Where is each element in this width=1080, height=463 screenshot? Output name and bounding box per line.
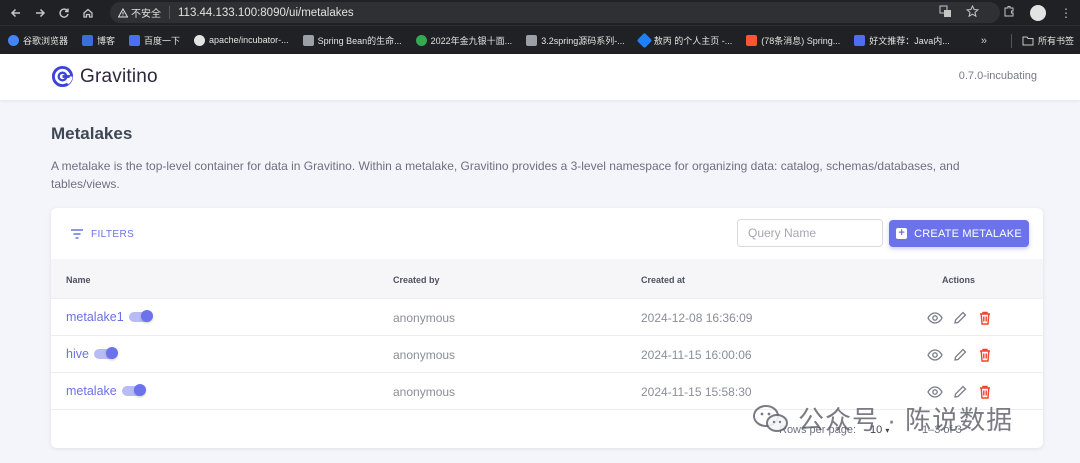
view-eye-icon[interactable] [926, 309, 943, 326]
watermark-text: 公众号 · 陈说数据 [798, 405, 1014, 435]
bookmark-label: Spring Bean的生命... [317, 35, 402, 46]
bookmark-label: 谷歌浏览器 [23, 35, 69, 46]
watermark: 公众号 · 陈说数据 [752, 400, 1013, 437]
bookmark-item[interactable]: 谷歌浏览器 [8, 34, 68, 47]
bookmark-label: 3.2spring源码系列-... [541, 35, 625, 46]
table-row: hive anonymous 2024-11-15 16:00:06 [51, 336, 1043, 373]
bookmark-favicon-icon [415, 34, 427, 46]
insecure-label: 不安全 [131, 9, 161, 20]
menu-icon[interactable]: ⋮ [1060, 6, 1072, 20]
back-icon[interactable] [4, 0, 28, 25]
bookmark-favicon-icon [854, 34, 866, 46]
security-indicator[interactable]: 不安全 [118, 6, 170, 20]
bookmark-favicon-icon [8, 34, 19, 46]
metalake-name-link[interactable]: metalake [66, 384, 117, 398]
app-name: Gravitino [80, 65, 158, 87]
bookmark-label: 敖丙 的个人主页 -... [653, 35, 733, 46]
plus-icon: + [896, 228, 908, 239]
translate-icon[interactable] [939, 5, 952, 21]
page-title: Metalakes [51, 124, 133, 143]
toggle-knob [133, 384, 146, 396]
filter-icon [71, 229, 83, 239]
bookmark-item[interactable]: 敖丙 的个人主页 -... [636, 32, 733, 48]
bookmark-item[interactable]: apache/incubator-... [194, 34, 289, 46]
bookmark-label: 好文推荐：Java内... [869, 35, 950, 46]
wechat-icon [753, 404, 788, 432]
extensions-icon[interactable] [1003, 5, 1016, 21]
bookmark-favicon-icon [129, 34, 141, 46]
delete-trash-icon[interactable] [976, 383, 993, 400]
bookmark-favicon-icon [746, 34, 758, 46]
edit-pencil-icon[interactable] [951, 346, 968, 363]
created-at-cell: 2024-11-15 16:00:06 [641, 348, 752, 362]
bookmark-item[interactable]: 博客 [82, 34, 115, 47]
bookmark-label: 博客 [97, 35, 116, 46]
delete-trash-icon[interactable] [976, 309, 993, 326]
warning-icon [118, 7, 128, 17]
toggle-knob [105, 347, 118, 359]
divider [1010, 33, 1012, 48]
column-header-created-by[interactable]: Created by [393, 275, 440, 285]
bookmark-label: apache/incubator-... [209, 35, 289, 45]
bookmarks-bar: 谷歌浏览器 博客 百度一下 apache/incubator-... Sprin… [0, 25, 1080, 54]
bookmark-label: 2022年金九银十面... [430, 35, 513, 46]
reload-icon[interactable] [52, 0, 76, 25]
gravitino-logo-icon [51, 65, 74, 88]
column-header-created-at[interactable]: Created at [641, 275, 685, 285]
create-metalake-button[interactable]: + CREATE METALAKE [889, 220, 1029, 247]
metalake-name-link[interactable]: hive [66, 347, 89, 361]
version-label: 0.7.0-incubating [958, 70, 1037, 82]
forward-icon[interactable] [28, 0, 52, 25]
bookmark-label: 百度一下 [144, 35, 181, 46]
bookmark-item[interactable]: Spring Bean的生命... [302, 34, 402, 47]
view-eye-icon[interactable] [926, 346, 943, 363]
all-bookmarks[interactable]: 所有书签 [1022, 34, 1074, 47]
app-header: Gravitino 0.7.0-incubating [0, 54, 1080, 100]
edit-pencil-icon[interactable] [951, 383, 968, 400]
bookmark-item[interactable]: (78条消息) Spring... [746, 34, 840, 47]
bookmark-favicon-icon [636, 32, 652, 48]
table-row: metalake1 anonymous 2024-12-08 16:36:09 [51, 299, 1043, 336]
folder-icon [1022, 36, 1034, 45]
url-text: 113.44.133.100:8090/ui/metalakes [178, 6, 354, 19]
bookmark-item[interactable]: 3.2spring源码系列-... [526, 34, 625, 47]
view-eye-icon[interactable] [926, 383, 943, 400]
create-metalake-label: CREATE METALAKE [914, 227, 1022, 240]
filters-button[interactable]: FILTERS [70, 228, 134, 240]
query-name-input[interactable] [737, 219, 883, 247]
column-header-actions: Actions [942, 275, 976, 285]
created-by-cell: anonymous [393, 348, 456, 362]
bookmark-label: (78条消息) Spring... [761, 35, 841, 46]
created-at-cell: 2024-11-15 15:58:30 [641, 385, 752, 399]
metalake-name-link[interactable]: metalake1 [66, 310, 124, 324]
bookmark-item[interactable]: 百度一下 [129, 34, 180, 47]
browser-toolbar: 不安全 113.44.133.100:8090/ui/metalakes ⋮ [0, 0, 1080, 25]
address-bar[interactable]: 不安全 113.44.133.100:8090/ui/metalakes [110, 2, 1000, 23]
created-by-cell: anonymous [393, 385, 456, 399]
star-icon[interactable] [965, 4, 980, 21]
bookmark-favicon-icon [302, 34, 314, 46]
enable-toggle[interactable] [121, 384, 146, 396]
created-by-cell: anonymous [393, 311, 456, 325]
page-description: A metalake is the top-level container fo… [51, 159, 960, 191]
logo[interactable]: Gravitino [51, 65, 158, 88]
enable-toggle[interactable] [93, 347, 118, 359]
bookmark-item[interactable]: 2022年金九银十面... [415, 34, 513, 47]
profile-avatar[interactable] [1030, 4, 1046, 21]
table-header: Name Created by Created at Actions [51, 259, 1043, 299]
home-icon[interactable] [76, 0, 100, 25]
bookmark-favicon-icon [526, 34, 538, 46]
edit-pencil-icon[interactable] [951, 309, 968, 326]
delete-trash-icon[interactable] [976, 346, 993, 363]
column-header-name[interactable]: Name [66, 275, 91, 285]
bookmark-favicon-icon [82, 34, 94, 46]
bookmark-item[interactable]: 好文推荐：Java内... [854, 34, 950, 47]
enable-toggle[interactable] [128, 310, 153, 322]
toggle-knob [140, 310, 153, 322]
github-icon [194, 34, 206, 46]
all-bookmarks-label: 所有书签 [1037, 36, 1074, 46]
chevron-right-icon[interactable]: » [981, 35, 987, 47]
filters-label: FILTERS [91, 228, 135, 240]
created-at-cell: 2024-12-08 16:36:09 [641, 311, 753, 325]
